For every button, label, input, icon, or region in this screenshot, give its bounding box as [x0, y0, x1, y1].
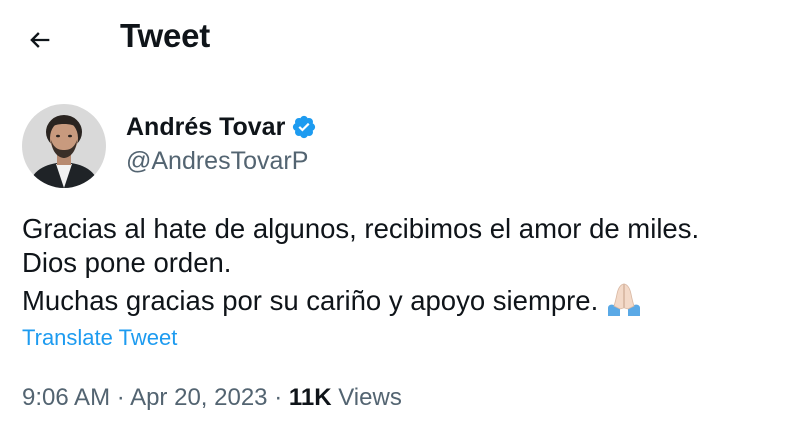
tweet-line: Muchas gracias por su cariño y apoyo sie… [22, 285, 599, 316]
author-block: Andrés Tovar @AndresTovarP [126, 109, 317, 176]
tweet-meta: 9:06 AM · Apr 20, 2023 · 11K Views [22, 384, 402, 412]
tweet-line: Gracias al hate de algunos, recibimos el… [22, 213, 700, 244]
top-bar: Tweet [0, 0, 800, 78]
meta-separator: · [116, 384, 125, 411]
avatar[interactable] [22, 104, 106, 188]
tweet-line: Dios pone orden. [22, 247, 232, 278]
folded-hands-emoji-icon [604, 280, 644, 316]
user-handle[interactable]: @AndresTovarP [126, 147, 317, 176]
tweet-line-with-emoji: Muchas gracias por su cariño y apoyo sie… [22, 280, 782, 318]
tweet-text: Gracias al hate de algunos, recibimos el… [22, 212, 782, 318]
translate-tweet-link[interactable]: Translate Tweet [22, 325, 177, 351]
views-label: Views [338, 384, 402, 411]
tweet-date[interactable]: Apr 20, 2023 [130, 384, 267, 411]
arrow-left-icon [30, 32, 50, 48]
meta-separator: · [274, 384, 283, 411]
avatar-image [22, 104, 106, 188]
display-name[interactable]: Andrés Tovar [126, 113, 285, 142]
page-title: Tweet [120, 17, 211, 54]
back-button[interactable] [20, 20, 60, 60]
verified-badge-icon[interactable] [291, 114, 317, 140]
tweet-time[interactable]: 9:06 AM [22, 384, 110, 411]
name-row: Andrés Tovar [126, 109, 317, 145]
views-count: 11K [288, 384, 332, 411]
